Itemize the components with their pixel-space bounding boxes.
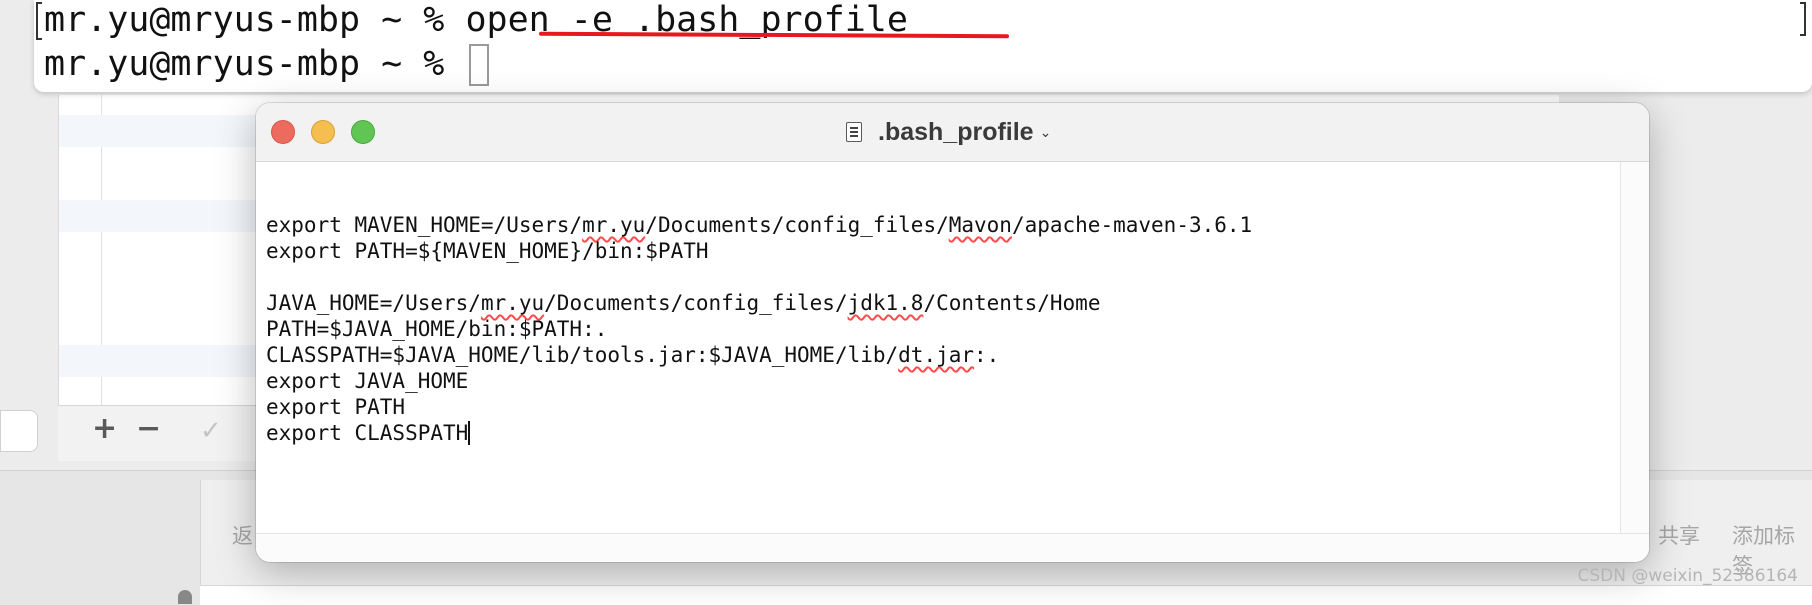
- watermark: CSDN @weixin_52386164: [1577, 566, 1798, 586]
- chevron-down-icon[interactable]: ⌄: [1040, 125, 1052, 141]
- terminal-selection-bracket: [36, 2, 42, 40]
- code-line: export PATH: [266, 395, 406, 419]
- share-button[interactable]: 共享: [1658, 520, 1700, 550]
- add-button[interactable]: +: [92, 414, 117, 444]
- window-title[interactable]: .bash_profile ⌄: [846, 115, 1051, 149]
- code-line: JAVA_HOME=/Users/mr.yu/Documents/config_…: [266, 291, 1101, 315]
- code-line: export MAVEN_HOME=/Users/mr.yu/Documents…: [266, 213, 1253, 237]
- terminal-cursor: [469, 44, 490, 86]
- spellcheck-mark: dt.jar: [898, 343, 975, 367]
- code-line: export JAVA_HOME: [266, 369, 469, 393]
- terminal-window: mr.yu@mryus-mbp ~ % open -e .bash_profil…: [34, 0, 1812, 92]
- background-left-pill: [0, 410, 38, 452]
- spellcheck-mark: jdk1.8: [847, 291, 924, 315]
- minimize-button[interactable]: [311, 120, 335, 144]
- code-line: PATH=$JAVA_HOME/bin:$PATH:.: [266, 317, 608, 341]
- horizontal-scrollbar[interactable]: [256, 533, 1649, 562]
- background-back-label[interactable]: 返: [232, 520, 253, 550]
- spellcheck-mark: mr.yu: [480, 291, 545, 315]
- vertical-scrollbar[interactable]: [1620, 162, 1649, 534]
- code-line: export CLASSPATH: [266, 421, 471, 445]
- code-content[interactable]: export MAVEN_HOME=/Users/mr.yu/Documents…: [266, 186, 1252, 498]
- maximize-button[interactable]: [351, 120, 375, 144]
- window-title-text: .bash_profile: [878, 117, 1034, 146]
- background-bottom-strip: [200, 585, 1812, 605]
- terminal-selection-bracket: [1800, 2, 1806, 36]
- code-line: CLASSPATH=$JAVA_HOME/lib/tools.jar:$JAVA…: [266, 343, 1000, 367]
- spellcheck-mark: mr.yu: [582, 213, 646, 237]
- text-caret: [468, 421, 471, 445]
- textedit-window: .bash_profile ⌄ export MAVEN_HOME=/Users…: [256, 103, 1649, 562]
- document-icon: [846, 122, 862, 142]
- check-icon[interactable]: ✓: [200, 418, 222, 444]
- terminal-line-2[interactable]: mr.yu@mryus-mbp ~ %: [44, 44, 490, 86]
- remove-button[interactable]: −: [136, 414, 161, 444]
- close-button[interactable]: [271, 120, 295, 144]
- terminal-prompt: mr.yu@mryus-mbp ~ %: [44, 0, 466, 40]
- terminal-prompt: mr.yu@mryus-mbp ~ %: [44, 44, 466, 84]
- window-titlebar[interactable]: .bash_profile ⌄: [256, 103, 1649, 162]
- text-editor-area[interactable]: export MAVEN_HOME=/Users/mr.yu/Documents…: [256, 162, 1620, 534]
- code-line: export PATH=${MAVEN_HOME}/bin:$PATH: [266, 239, 709, 263]
- spellcheck-mark: Mavon: [948, 213, 1012, 237]
- background-scroll-thumb[interactable]: [178, 590, 192, 604]
